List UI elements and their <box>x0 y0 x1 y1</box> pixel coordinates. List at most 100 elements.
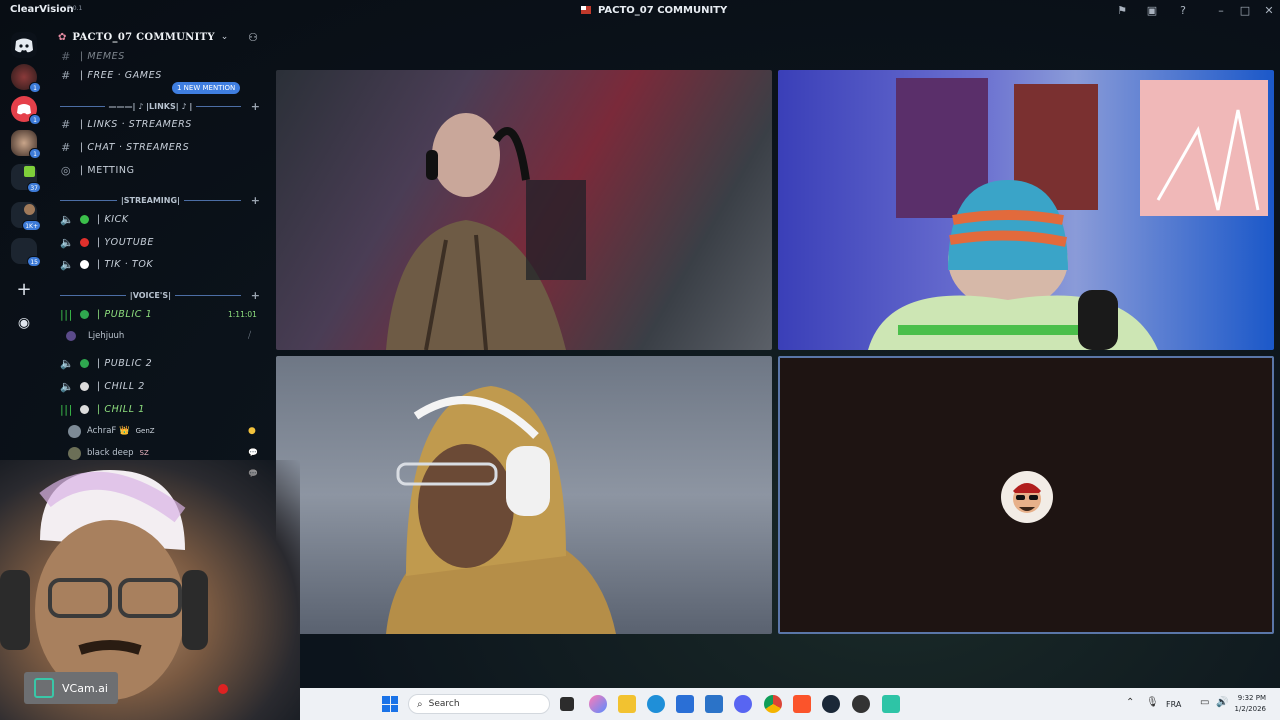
invite-icon[interactable]: ⚇ <box>248 31 258 44</box>
new-mention-pill[interactable]: 1 NEW MENTION <box>172 82 241 94</box>
category-voices-label: |VOICE'S| <box>129 290 171 300</box>
network-icon[interactable]: ▭ <box>1200 697 1209 708</box>
channel-links-streamers[interactable]: # | LINKS · STREAMERS <box>60 115 260 133</box>
app-name: ClearVision <box>10 4 74 15</box>
clock-time[interactable]: 9:32 PM <box>1230 694 1266 702</box>
channel-name: | CHILL 2 <box>97 380 145 392</box>
channel-chill-1[interactable]: ||| | CHILL 1 <box>60 400 260 418</box>
store-icon[interactable] <box>676 695 694 713</box>
help-icon[interactable]: ? <box>1176 4 1190 18</box>
guild-name: PACTO_07 COMMUNITY <box>72 31 215 43</box>
video-tile-4[interactable] <box>778 356 1274 634</box>
category-streaming-label: |STREAMING| <box>120 195 180 205</box>
maximize-icon[interactable]: □ <box>1238 4 1252 18</box>
title-bar: ClearVision 7.0.1 PACTO_07 COMMUNITY ⚑ ▣… <box>0 0 1280 22</box>
avatar <box>68 424 81 438</box>
channel-chill-2[interactable]: 🔈 | CHILL 2 <box>60 377 260 395</box>
folder-1[interactable]: 37 <box>11 164 41 193</box>
category-streaming[interactable]: |STREAMING| + <box>60 194 260 207</box>
channel-name: | METTING <box>80 164 135 176</box>
channel-name: | YOUTUBE <box>97 236 154 248</box>
channel-tiktok[interactable]: 🔈 | TIK · TOK <box>60 255 260 273</box>
avatar <box>66 331 76 341</box>
speaker-icon: 🔈 <box>60 257 75 271</box>
folder-2-badge: 1K+ <box>22 220 41 231</box>
video-tile-1[interactable] <box>276 70 772 350</box>
voice-member[interactable]: Ljehjuuh <box>66 328 124 344</box>
channel-public-2[interactable]: 🔈 | PUBLIC 2 <box>60 354 260 372</box>
member-tag: GenZ <box>135 427 155 435</box>
server-flag-icon <box>581 6 591 14</box>
server-3[interactable]: 1 <box>11 130 41 159</box>
language-indicator[interactable]: FRA <box>1166 700 1181 709</box>
channel-metting[interactable]: ◎ | METTING <box>60 161 260 179</box>
chrome-icon[interactable] <box>764 695 782 713</box>
tray-chevron-icon[interactable]: ⌃ <box>1126 697 1134 708</box>
hash-icon: # <box>61 68 71 82</box>
add-channel-icon[interactable]: + <box>251 100 260 113</box>
server-2[interactable]: 1 <box>11 96 41 125</box>
task-view-icon[interactable] <box>560 697 574 711</box>
folder-2[interactable]: 1K+ <box>11 202 41 231</box>
discord-taskbar-icon[interactable] <box>734 695 752 713</box>
channel-name: | PUBLIC 2 <box>97 357 153 369</box>
voice-member[interactable]: AchraF 👑 GenZ <box>68 423 155 439</box>
start-icon[interactable] <box>382 696 398 712</box>
member-name: AchraF 👑 <box>87 426 130 436</box>
category-links[interactable]: ———| ♪ |LINKS| ♪ | + <box>60 100 260 113</box>
clock-date[interactable]: 1/2/2026 <box>1230 705 1266 713</box>
category-voices[interactable]: |VOICE'S| + <box>60 289 260 302</box>
voice-member[interactable]: black deep SZ <box>68 445 149 461</box>
copilot-icon[interactable] <box>589 695 607 713</box>
vcam-taskbar-icon[interactable] <box>882 695 900 713</box>
close-icon[interactable]: ✕ <box>1262 4 1276 18</box>
channel-chat-streamers[interactable]: # | CHAT · STREAMERS <box>60 138 260 156</box>
channel-kick[interactable]: 🔈 | KICK <box>60 210 260 228</box>
explore-icon[interactable]: ◉ <box>11 310 37 336</box>
outlook-icon[interactable] <box>705 695 723 713</box>
participant-avatar <box>1001 471 1053 523</box>
channel-memes[interactable]: # | MEMES <box>60 47 260 65</box>
add-channel-icon[interactable]: + <box>251 289 260 302</box>
microphone-icon[interactable]: 🎙 <box>1146 697 1159 708</box>
video-tile-3[interactable] <box>276 356 772 634</box>
speaker-icon: 🔈 <box>60 356 75 370</box>
folder-1-badge: 37 <box>27 182 41 193</box>
globe-icon <box>80 309 89 319</box>
participant-video-2 <box>868 78 1268 350</box>
category-links-label: ———| ♪ |LINKS| ♪ | <box>108 101 193 111</box>
steam-icon[interactable] <box>822 695 840 713</box>
obs-icon[interactable] <box>852 695 870 713</box>
search-placeholder: Search <box>428 699 460 709</box>
search-icon: ⌕ <box>417 698 423 710</box>
taskbar: ⌕ Search ⌃ 🎙 FRA ▭ 🔊 9:32 PM 1/2/2026 <box>300 688 1280 720</box>
discord-home-button[interactable] <box>11 32 37 58</box>
guild-header[interactable]: ✿ PACTO_07 COMMUNITY ⌄ ⚇ <box>58 28 263 46</box>
taskbar-search[interactable]: ⌕ Search <box>408 694 550 714</box>
channel-youtube[interactable]: 🔈 | YOUTUBE <box>60 233 260 251</box>
edge-icon[interactable] <box>647 695 665 713</box>
inbox-icon[interactable]: ▣ <box>1145 4 1159 18</box>
volume-icon[interactable]: 🔊 <box>1216 697 1228 708</box>
add-channel-icon[interactable]: + <box>251 194 260 207</box>
vcam-watermark: VCam.ai <box>24 672 118 704</box>
file-explorer-icon[interactable] <box>618 695 636 713</box>
vcam-logo-icon <box>34 678 54 698</box>
server-1[interactable]: 1 <box>11 64 41 93</box>
member-name: black deep <box>87 448 134 458</box>
participant-video-1 <box>386 113 586 350</box>
video-tile-2[interactable] <box>778 70 1274 350</box>
flag-icon[interactable]: ⚑ <box>1115 4 1129 18</box>
folder-3[interactable]: 15 <box>11 238 41 267</box>
avatar <box>68 446 81 460</box>
brave-icon[interactable] <box>793 695 811 713</box>
green-dot-icon <box>80 214 89 224</box>
speaker-icon: 🔈 <box>60 212 75 226</box>
emoji-icon: ● <box>248 426 256 436</box>
channel-name: | FREE · GAMES <box>80 69 162 81</box>
voice-timer: 1:11:01 <box>228 310 257 319</box>
server-2-badge: 1 <box>29 114 41 125</box>
add-server-icon[interactable]: + <box>11 278 37 304</box>
minimize-icon[interactable]: – <box>1214 4 1228 18</box>
white-dot-icon <box>80 259 89 269</box>
